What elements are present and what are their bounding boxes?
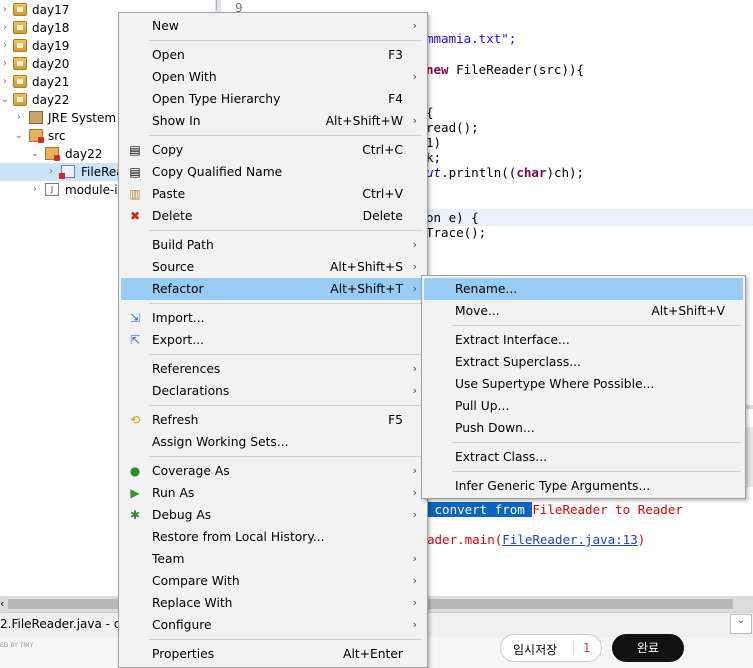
menu-item-push-down[interactable]: Push Down... bbox=[424, 417, 743, 439]
coverage-icon: ● bbox=[129, 464, 141, 478]
menu-item-extract-interface[interactable]: Extract Interface... bbox=[424, 329, 743, 351]
menu-item-use-supertype[interactable]: Use Supertype Where Possible... bbox=[424, 373, 743, 395]
debug-icon: ✱ bbox=[129, 508, 141, 522]
project-icon bbox=[13, 21, 27, 34]
menu-item-import[interactable]: ⇲ Import... bbox=[121, 307, 425, 329]
package-icon bbox=[45, 147, 60, 161]
chevron-right-icon[interactable]: › bbox=[0, 1, 10, 19]
code-line: new FileReader(src)){ bbox=[426, 62, 585, 77]
library-icon bbox=[29, 111, 43, 124]
menu-item-run-as[interactable]: ▶ Run As › bbox=[121, 482, 425, 504]
menu-item-configure[interactable]: Configure › bbox=[121, 614, 425, 636]
console-stack-line: ader.main(FileReader.java:13) bbox=[427, 532, 646, 547]
menu-item-refactor[interactable]: Refactor Alt+Shift+T › bbox=[121, 278, 425, 300]
menu-item-assign-working-sets[interactable]: Assign Working Sets... bbox=[121, 431, 425, 453]
submenu-arrow-icon: › bbox=[412, 552, 417, 565]
menu-item-rename[interactable]: Rename... bbox=[424, 278, 743, 300]
submenu-arrow-icon: › bbox=[412, 19, 417, 32]
project-icon bbox=[13, 39, 27, 52]
refresh-icon: ⟲ bbox=[129, 413, 141, 427]
menu-item-refresh[interactable]: ⟲ Refresh F5 bbox=[121, 409, 425, 431]
export-icon: ⇱ bbox=[129, 333, 141, 347]
menu-item-move[interactable]: Move... Alt+Shift+V bbox=[424, 300, 743, 322]
menu-item-replace-with[interactable]: Replace With › bbox=[121, 592, 425, 614]
module-file-icon: J bbox=[45, 183, 59, 196]
menu-item-references[interactable]: References › bbox=[121, 358, 425, 380]
powered-by-text: ED BY TINY bbox=[0, 642, 34, 649]
submenu-arrow-icon: › bbox=[412, 260, 417, 273]
scroll-left-icon[interactable]: ‹ bbox=[0, 596, 4, 612]
save-draft-button[interactable]: 임시저장 1 bbox=[500, 634, 602, 662]
expand-icon[interactable]: ⌄ bbox=[730, 614, 752, 634]
submenu-arrow-icon: › bbox=[412, 596, 417, 609]
code-line: ut.println((char)ch); bbox=[426, 165, 585, 180]
menu-item-paste[interactable]: ▥ Paste Ctrl+V bbox=[121, 183, 425, 205]
submenu-arrow-icon: › bbox=[412, 464, 417, 477]
submenu-arrow-icon: › bbox=[412, 362, 417, 375]
project-icon bbox=[13, 3, 27, 16]
refactor-submenu: Rename... Move... Alt+Shift+V Extract Int… bbox=[421, 275, 746, 499]
code-line: Trace(); bbox=[426, 225, 487, 240]
menu-item-show-in[interactable]: Show In Alt+Shift+W › bbox=[121, 110, 425, 132]
chevron-right-icon[interactable]: › bbox=[0, 73, 10, 91]
menu-item-open[interactable]: Open F3 bbox=[121, 44, 425, 66]
project-icon bbox=[13, 75, 27, 88]
menu-item-properties[interactable]: Properties Alt+Enter bbox=[121, 643, 425, 665]
submenu-arrow-icon: › bbox=[412, 114, 417, 127]
chevron-right-icon[interactable]: › bbox=[0, 37, 10, 55]
menu-item-compare-with[interactable]: Compare With › bbox=[121, 570, 425, 592]
copy-icon: ▤ bbox=[129, 143, 141, 157]
menu-item-build-path[interactable]: Build Path › bbox=[121, 234, 425, 256]
menu-item-declarations[interactable]: Declarations › bbox=[121, 380, 425, 402]
delete-icon: ✖ bbox=[129, 209, 141, 223]
source-folder-icon bbox=[29, 129, 44, 143]
submenu-arrow-icon: › bbox=[412, 574, 417, 587]
submenu-arrow-icon: › bbox=[412, 618, 417, 631]
menu-item-infer-generic[interactable]: Infer Generic Type Arguments... bbox=[424, 475, 743, 497]
import-icon: ⇲ bbox=[129, 311, 141, 325]
submenu-arrow-icon: › bbox=[412, 238, 417, 251]
menu-item-new[interactable]: New › bbox=[121, 15, 425, 37]
menu-item-copy-qualified-name[interactable]: ▤ Copy Qualified Name bbox=[121, 161, 425, 183]
menu-item-extract-class[interactable]: Extract Class... bbox=[424, 446, 743, 468]
code-line: mmamia.txt"; bbox=[426, 31, 517, 46]
chevron-right-icon[interactable]: › bbox=[0, 55, 10, 73]
menu-item-delete[interactable]: ✖ Delete Delete bbox=[121, 205, 425, 227]
menu-item-team[interactable]: Team › bbox=[121, 548, 425, 570]
menu-item-coverage-as[interactable]: ● Coverage As › bbox=[121, 460, 425, 482]
menu-item-source[interactable]: Source Alt+Shift+S › bbox=[121, 256, 425, 278]
project-icon bbox=[13, 93, 27, 106]
submenu-arrow-icon: › bbox=[412, 70, 417, 83]
copy-qualified-icon: ▤ bbox=[129, 165, 141, 179]
chevron-down-icon[interactable]: ⌄ bbox=[30, 145, 40, 163]
project-icon bbox=[13, 57, 27, 70]
tree-item-filereader[interactable]: › FileRea bbox=[0, 163, 124, 181]
console-error-line: convert from FileReader to Reader bbox=[427, 502, 683, 517]
chevron-right-icon[interactable]: › bbox=[14, 109, 24, 127]
menu-item-open-with[interactable]: Open With › bbox=[121, 66, 425, 88]
context-menu: New › Open F3 Open With › Open Type Hierarc… bbox=[118, 12, 428, 668]
submenu-arrow-icon: › bbox=[412, 486, 417, 499]
status-text: 2.FileReader.java - day bbox=[0, 617, 136, 631]
menu-item-restore-history[interactable]: Restore from Local History... bbox=[121, 526, 425, 548]
done-button[interactable]: 완료 bbox=[612, 634, 684, 662]
stack-trace-link[interactable]: FileReader.java:13 bbox=[502, 532, 637, 547]
menu-item-export[interactable]: ⇱ Export... bbox=[121, 329, 425, 351]
menu-item-extract-superclass[interactable]: Extract Superclass... bbox=[424, 351, 743, 373]
run-icon: ▶ bbox=[130, 486, 140, 500]
submenu-arrow-icon: › bbox=[412, 508, 417, 521]
menu-item-copy[interactable]: ▤ Copy Ctrl+C bbox=[121, 139, 425, 161]
menu-item-open-type-hierarchy[interactable]: Open Type Hierarchy F4 bbox=[121, 88, 425, 110]
submenu-arrow-icon: › bbox=[412, 384, 417, 397]
menu-item-debug-as[interactable]: ✱ Debug As › bbox=[121, 504, 425, 526]
chevron-right-icon[interactable]: › bbox=[0, 19, 10, 37]
chevron-right-icon[interactable]: › bbox=[30, 181, 40, 199]
chevron-down-icon[interactable]: ⌄ bbox=[14, 127, 24, 145]
java-file-icon bbox=[59, 165, 75, 179]
chevron-down-icon[interactable]: ⌄ bbox=[0, 91, 10, 109]
chevron-right-icon[interactable]: › bbox=[46, 163, 56, 181]
paste-icon: ▥ bbox=[129, 187, 141, 201]
menu-item-pull-up[interactable]: Pull Up... bbox=[424, 395, 743, 417]
submenu-arrow-icon: › bbox=[412, 282, 417, 295]
